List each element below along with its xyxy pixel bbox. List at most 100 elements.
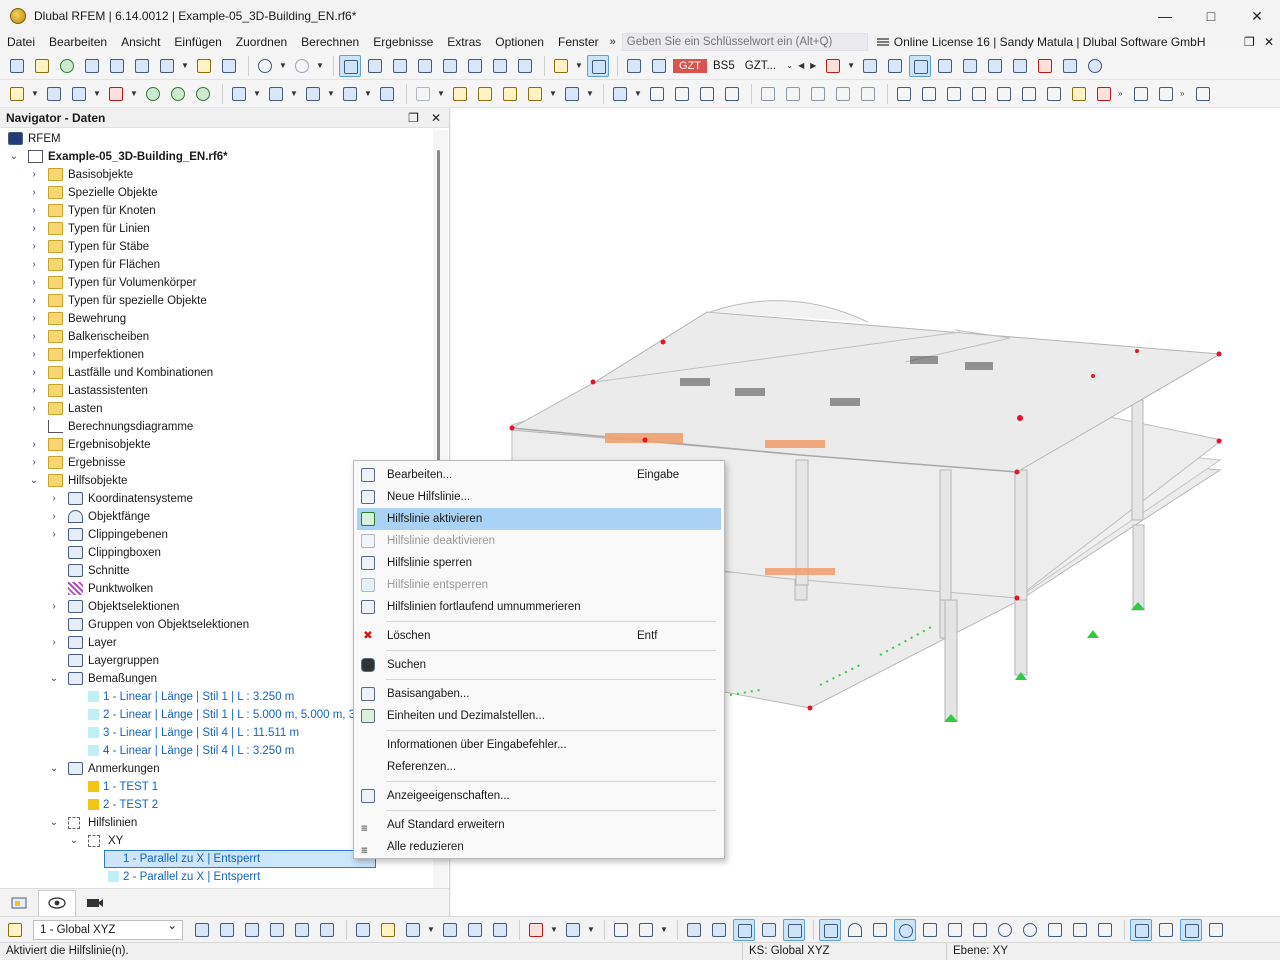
guideline-auto-icon[interactable] [1068,83,1090,105]
tree-folder[interactable]: › Lastfälle und Kombinationen [0,364,432,382]
maximize-button[interactable]: □ [1188,0,1234,32]
filter-2-dropdown-icon[interactable]: ▼ [634,89,642,98]
tree-folder[interactable]: › Lasten [0,400,432,418]
expand-arrow-icon[interactable]: › [28,292,40,310]
dim-icon[interactable] [402,919,424,941]
view-top-icon[interactable] [291,919,313,941]
expand-arrow-icon[interactable]: › [28,274,40,292]
expand-arrow-icon[interactable]: › [28,454,40,472]
save-icon[interactable] [131,55,153,77]
load-case-combo[interactable]: BS5 [713,60,735,72]
keyword-search-input[interactable] [621,33,868,51]
guideline-mirror-icon[interactable] [1018,83,1040,105]
navigator-toggle-icon[interactable] [339,54,361,77]
menu-item-units[interactable]: Einheiten und Dezimalstellen... [354,705,724,727]
member-dropdown-icon[interactable]: ▼ [253,89,261,98]
member-icon[interactable] [228,83,250,105]
expand-arrow-icon[interactable]: › [28,364,40,382]
result-icon[interactable] [859,55,881,77]
filter-dropdown-icon[interactable]: ▼ [847,61,855,70]
expand-arrow-icon[interactable]: › [28,202,40,220]
guideline-v-icon[interactable] [918,83,940,105]
view-y-icon[interactable] [241,919,263,941]
undo-dropdown-icon[interactable]: ▼ [279,61,287,70]
menu-item-activate-guideline[interactable]: Hilfslinie aktivieren [357,508,721,530]
expand-arrow-icon[interactable]: › [48,634,60,652]
menu-item-lock-guideline[interactable]: Hilfslinie sperren [354,552,724,574]
close-pane-button[interactable]: ✕ [1264,32,1274,52]
hinge-dropdown-icon[interactable]: ▼ [437,89,445,98]
dimension-icon[interactable] [646,83,668,105]
expand-arrow-icon[interactable]: › [28,238,40,256]
menu-zuordnen[interactable]: Zuordnen [229,32,294,52]
solid-icon[interactable] [339,83,361,105]
line-style-icon[interactable] [525,919,547,941]
scale-icon[interactable] [959,55,981,77]
dim-dropdown-icon[interactable]: ▼ [427,925,435,934]
tab-data[interactable] [0,890,38,916]
view-x-icon[interactable] [216,919,238,941]
view-z-icon[interactable] [266,919,288,941]
menu-berechnen[interactable]: Berechnen [294,32,366,52]
node-icon[interactable] [6,83,28,105]
cube-icon[interactable] [807,83,829,105]
bar2-icon[interactable] [635,919,657,941]
hinge-icon[interactable] [412,83,434,105]
tab-views[interactable] [76,890,114,916]
collapse-arrow-icon[interactable]: ⌄ [48,670,60,688]
wireframe-icon[interactable] [377,919,399,941]
tree-folder[interactable]: › Imperfektionen [0,346,432,364]
save-as-icon[interactable] [156,55,178,77]
arrows-icon[interactable] [832,83,854,105]
grid-dots-icon[interactable] [1130,918,1152,941]
menu-item-new-guideline[interactable]: Neue Hilfslinie... [354,486,724,508]
minimize-button[interactable]: — [1142,0,1188,32]
expand-arrow-icon[interactable]: › [48,490,60,508]
box-icon[interactable] [376,83,398,105]
display-icon[interactable] [352,919,374,941]
guideline-angle-icon[interactable] [943,83,965,105]
collapse-arrow-icon[interactable]: ⌄ [48,814,60,832]
menu-item-base-data[interactable]: Basisangaben... [354,683,724,705]
new-model-icon[interactable] [6,55,28,77]
arc-dimension-icon[interactable] [671,83,693,105]
copy-icon[interactable] [218,55,240,77]
surface-support-icon[interactable] [192,83,214,105]
collapse-arrow-icon[interactable]: ⌄ [8,148,20,166]
tree-model-file[interactable]: ⌄ Example-05_3D-Building_EN.rf6* [0,148,432,166]
diagonal-toggle-icon[interactable] [969,919,991,941]
menu-item-input-errors[interactable]: Informationen über Eingabefehler... [354,734,724,756]
tree-result-objects[interactable]: › Ergebnisobjekte [0,436,432,454]
guideline-h-icon[interactable] [893,83,915,105]
node-dropdown-icon[interactable]: ▼ [31,89,39,98]
intersection-snap-icon[interactable] [1044,919,1066,941]
snap-grid-icon[interactable] [587,54,609,77]
cloud-icon[interactable] [81,55,103,77]
arc-icon[interactable] [105,83,127,105]
combination-dropdown-icon[interactable]: ⌄ [786,61,794,70]
expand-arrow-icon[interactable]: › [28,436,40,454]
ortho-icon[interactable] [733,918,755,941]
tree-folder[interactable]: › Lastassistenten [0,382,432,400]
opening-icon[interactable] [302,83,324,105]
tree-folder[interactable]: › Typen für Linien [0,220,432,238]
menu-item-expand-default[interactable]: ≡ Auf Standard erweitern [354,814,724,836]
numbering-icon[interactable] [562,919,584,941]
combination-combo[interactable]: GZT... [745,60,776,72]
tree-folder[interactable]: › Typen für Volumenkörper [0,274,432,292]
angle-toggle-icon[interactable] [919,919,941,941]
load-case-prev-icon[interactable] [623,55,645,77]
table-icon[interactable] [364,55,386,77]
bar-icon[interactable] [610,919,632,941]
redo-dropdown-icon[interactable]: ▼ [316,61,324,70]
surface-load-icon[interactable] [561,83,583,105]
menu-item-collapse-all[interactable]: ≡ Alle reduzieren [354,836,724,858]
tree-folder[interactable]: › Balkenscheiben [0,328,432,346]
xxx-values-icon[interactable] [884,55,906,77]
menu-item-references[interactable]: Referenzen... [354,756,724,778]
open-model-icon[interactable] [31,55,53,77]
eraser-icon[interactable] [782,83,804,105]
member-load-dropdown-icon[interactable]: ▼ [549,89,557,98]
expand-arrow-icon[interactable]: › [28,184,40,202]
collapse-arrow-icon[interactable]: ⌄ [48,760,60,778]
